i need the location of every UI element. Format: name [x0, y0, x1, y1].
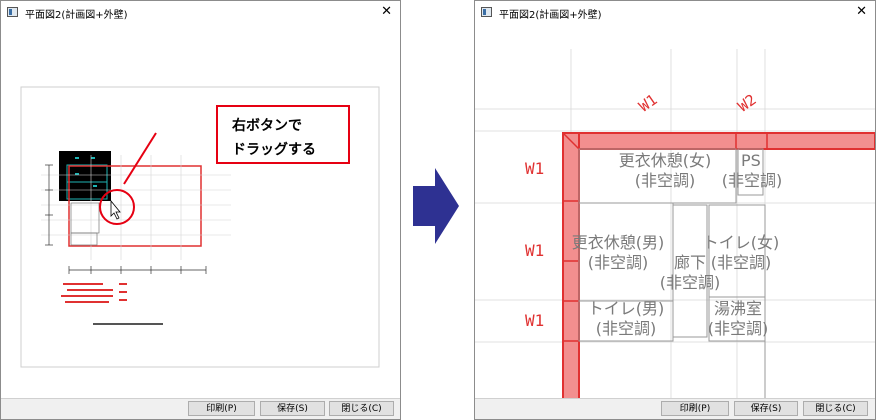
room-label-corridor: 廊下 (非空調) [643, 253, 737, 293]
room-note: (非空調) [595, 319, 657, 338]
room-name: トイレ(男) [587, 299, 665, 318]
right-title-bar: 平面図2(計画図+外壁) ✕ [475, 1, 875, 25]
room-note: (非空調) [721, 171, 783, 190]
wall-label-w1-left-1: W1 [525, 159, 545, 178]
zoomed-floor-plan[interactable] [475, 25, 875, 399]
room-note: (非空調) [707, 319, 769, 338]
room-label-toilet-m: トイレ(男) (非空調) [571, 299, 681, 339]
callout-line-1: 右ボタンで [232, 118, 302, 134]
left-title-bar: 平面図2(計画図+外壁) ✕ [1, 1, 400, 25]
close-button[interactable]: 閉じる(C) [329, 401, 394, 416]
left-button-bar: 印刷(P) 保存(S) 閉じる(C) [1, 398, 400, 419]
print-button[interactable]: 印刷(P) [188, 401, 255, 416]
app-icon [481, 7, 492, 17]
save-button[interactable]: 保存(S) [734, 401, 798, 416]
room-note: (非空調) [659, 273, 721, 292]
room-label-kitchenette: 湯沸室 (非空調) [693, 299, 783, 339]
right-window: 平面図2(計画図+外壁) ✕ W1 W2 W1 W1 W1 更衣休憩(女) (非… [474, 0, 876, 420]
room-name: 廊下 [673, 253, 706, 272]
save-button[interactable]: 保存(S) [260, 401, 325, 416]
right-button-bar: 印刷(P) 保存(S) 閉じる(C) [475, 398, 875, 419]
callout-line-2: ドラッグする [232, 142, 316, 158]
room-name: トイレ(女) [702, 233, 780, 252]
window-title: 平面図2(計画図+外壁) [25, 10, 128, 21]
room-name: 更衣休憩(男) [571, 233, 665, 252]
next-step-arrow-icon [413, 168, 459, 244]
app-icon [7, 7, 18, 17]
room-label-ps: PS (非空調) [707, 151, 797, 191]
close-button[interactable]: 閉じる(C) [803, 401, 868, 416]
instruction-callout: 右ボタンで ドラッグする [216, 105, 350, 164]
wall-label-w1-left-3: W1 [525, 311, 545, 330]
window-title: 平面図2(計画図+外壁) [499, 10, 602, 21]
close-icon[interactable]: ✕ [381, 4, 392, 19]
top-wall [562, 132, 875, 150]
wall-label-w1-left-2: W1 [525, 241, 545, 260]
drawing-preview[interactable] [1, 25, 400, 399]
room-name: PS [741, 151, 761, 170]
left-window: 平面図2(計画図+外壁) ✕ 右ボタンで ドラッグする 印刷(P) 保存(S) … [0, 0, 401, 420]
close-icon[interactable]: ✕ [856, 4, 867, 19]
room-name: 湯沸室 [713, 299, 762, 318]
print-button[interactable]: 印刷(P) [661, 401, 729, 416]
